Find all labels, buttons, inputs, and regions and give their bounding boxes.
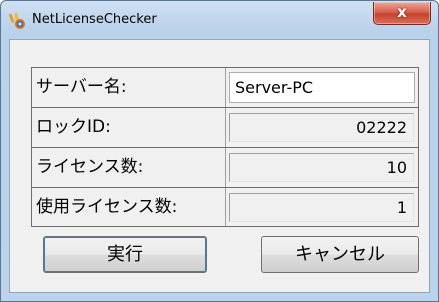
row-server-name: サーバー名: Server-PC [32, 68, 418, 108]
lock-id-value: 02222 [229, 113, 414, 142]
window-title: NetLicenseChecker [32, 12, 157, 27]
license-count-label: ライセンス数: [36, 157, 144, 177]
lock-id-label: ロックID: [36, 117, 111, 137]
row-used-license-count: 使用ライセンス数: 1 [32, 188, 418, 228]
used-license-count-label: 使用ライセンス数: [36, 197, 178, 217]
run-button[interactable]: 実行 [43, 236, 207, 273]
app-icon [8, 12, 25, 29]
used-license-count-value: 1 [229, 193, 414, 222]
license-count-value: 10 [229, 153, 414, 182]
server-name-input[interactable]: Server-PC [229, 72, 415, 103]
close-icon: x [397, 3, 407, 21]
row-lock-id: ロックID: 02222 [32, 108, 418, 148]
server-name-label: サーバー名: [36, 77, 127, 97]
title-bar[interactable]: NetLicenseChecker x [1, 1, 438, 39]
row-license-count: ライセンス数: 10 [32, 148, 418, 188]
close-button[interactable]: x [373, 2, 431, 25]
cancel-button[interactable]: キャンセル [261, 236, 419, 273]
license-info-table: サーバー名: Server-PC ロックID: 02222 ライセンス数: 10… [31, 67, 419, 227]
dialog-window: NetLicenseChecker x サーバー名: Server-PC ロック… [0, 0, 439, 302]
